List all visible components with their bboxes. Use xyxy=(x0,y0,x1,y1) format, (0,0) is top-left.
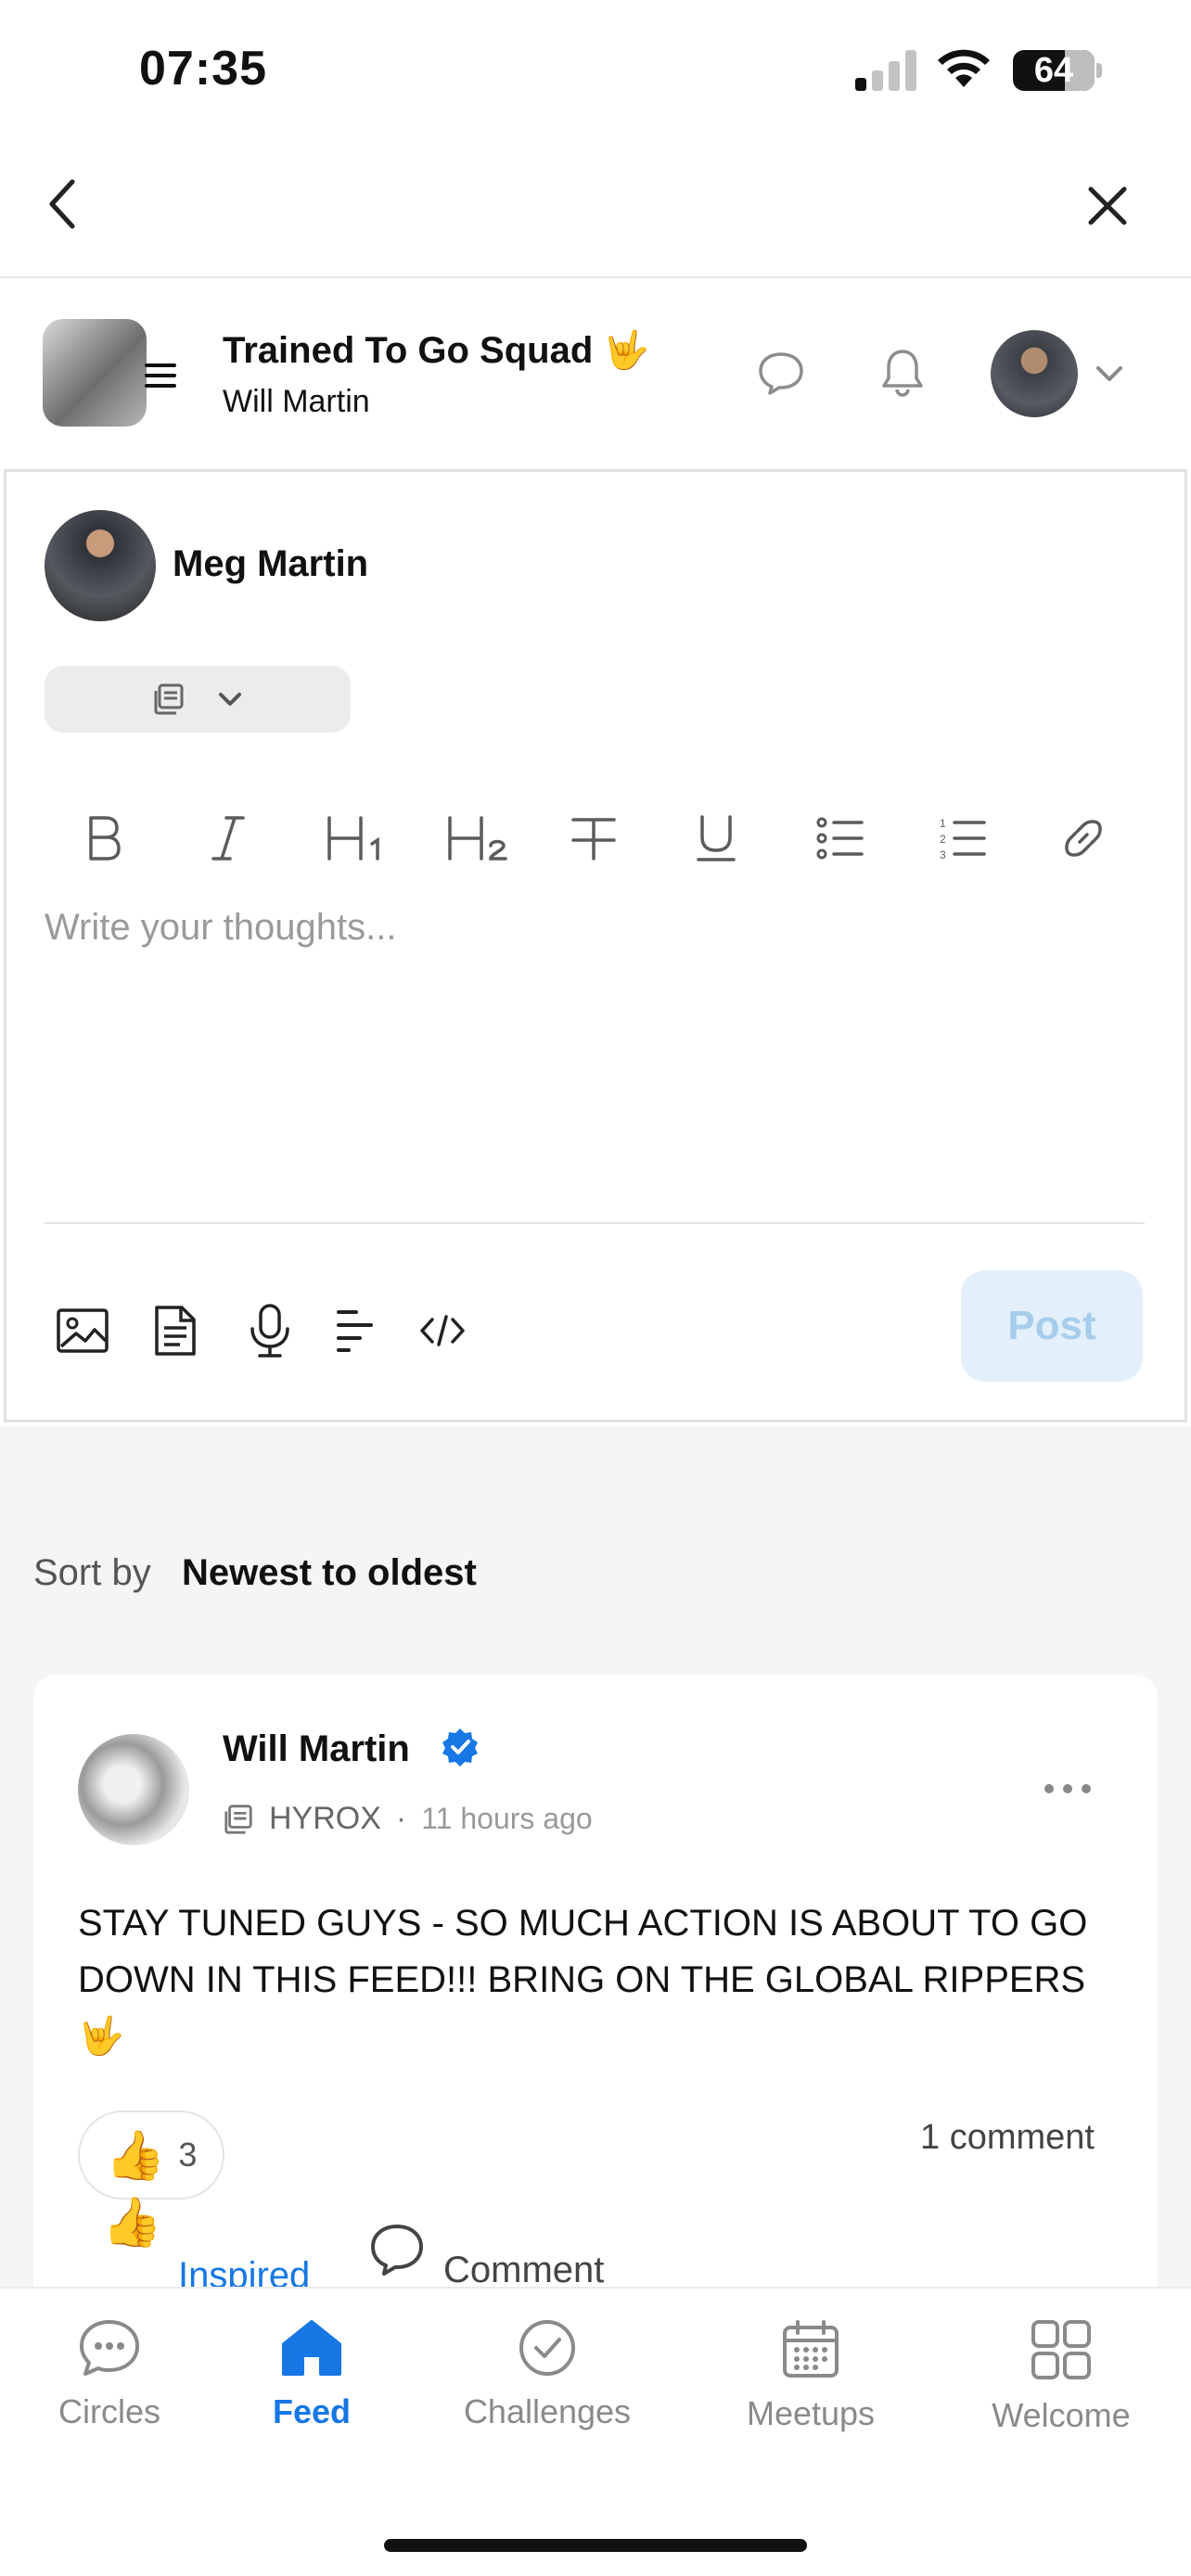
composer-author-name: Meg Martin xyxy=(173,543,369,584)
status-time: 07:35 xyxy=(139,42,267,96)
verified-badge-icon xyxy=(440,1727,480,1767)
post-type-select[interactable] xyxy=(45,666,351,733)
close-icon[interactable] xyxy=(1085,184,1130,228)
comment-label: Comment xyxy=(443,2250,605,2290)
tab-circles[interactable]: Circles xyxy=(7,2318,211,2431)
tab-feed[interactable]: Feed xyxy=(210,2318,414,2431)
code-icon[interactable] xyxy=(410,1298,475,1363)
wifi-icon xyxy=(935,46,992,89)
tab-label: Feed xyxy=(272,2392,352,2430)
svg-text:3: 3 xyxy=(940,848,946,861)
menu-icon[interactable] xyxy=(143,362,178,389)
reaction-count: 3 xyxy=(178,2136,198,2174)
battery-tip xyxy=(1096,63,1102,78)
community-title: Trained To Go Squad 🤟 xyxy=(223,330,650,371)
sort-select[interactable]: Newest to oldest xyxy=(182,1552,477,1594)
image-icon[interactable] xyxy=(50,1298,115,1363)
reaction-summary[interactable]: 👍 3 xyxy=(78,2111,224,2200)
back-icon[interactable] xyxy=(45,174,82,234)
sort-label: Sort by xyxy=(33,1552,151,1593)
check-circle-icon xyxy=(516,2318,579,2378)
post-type-icon xyxy=(152,682,186,716)
post-meta: HYROX · 11 hours ago xyxy=(223,1801,593,1837)
tab-label: Circles xyxy=(58,2392,160,2430)
thumbs-up-emoji: 👍 xyxy=(105,2128,166,2183)
chat-bubble-icon xyxy=(78,2318,141,2378)
community-avatar[interactable] xyxy=(43,319,147,427)
comment-button[interactable]: Comment xyxy=(367,2209,604,2291)
home-icon xyxy=(280,2318,343,2378)
signal-icon xyxy=(855,50,918,91)
tab-challenges[interactable]: Challenges xyxy=(445,2318,649,2431)
post-topic[interactable]: HYROX xyxy=(269,1801,381,1837)
bold-icon[interactable] xyxy=(69,803,139,874)
composer-author-avatar xyxy=(45,510,156,621)
comment-icon xyxy=(367,2223,427,2278)
post-time: 11 hours ago xyxy=(421,1802,593,1835)
document-icon[interactable] xyxy=(143,1298,208,1363)
battery-indicator: 64 xyxy=(1013,50,1095,91)
chevron-down-icon xyxy=(217,690,243,708)
post-author-avatar[interactable] xyxy=(78,1734,189,1845)
editor-input[interactable]: Write your thoughts... xyxy=(45,907,396,949)
tab-label: Challenges xyxy=(463,2392,632,2430)
strikethrough-icon[interactable] xyxy=(558,803,629,874)
top-nav-divider xyxy=(0,276,1191,278)
align-icon[interactable] xyxy=(323,1298,388,1363)
tab-meetups[interactable]: Meetups xyxy=(709,2318,913,2433)
user-avatar[interactable] xyxy=(991,330,1078,417)
community-owner: Will Martin xyxy=(223,384,370,419)
topic-icon xyxy=(223,1804,254,1835)
inspired-emoji: 👍 xyxy=(102,2196,162,2250)
post-button[interactable]: Post xyxy=(961,1270,1143,1382)
editor-divider xyxy=(45,1222,1145,1224)
numbered-list-icon[interactable]: 1 2 3 xyxy=(928,803,998,874)
grid-icon xyxy=(1030,2318,1093,2381)
comment-count[interactable]: 1 comment xyxy=(920,2118,1095,2158)
post-author-name[interactable]: Will Martin xyxy=(223,1728,410,1770)
tab-label: Welcome xyxy=(992,2396,1131,2434)
svg-text:2: 2 xyxy=(940,833,946,846)
tab-label: Meetups xyxy=(746,2394,876,2432)
chevron-down-icon[interactable] xyxy=(1095,363,1124,384)
home-indicator xyxy=(384,2539,807,2552)
more-options-icon[interactable] xyxy=(1044,1784,1091,1797)
link-icon[interactable] xyxy=(1048,803,1119,874)
microphone-icon[interactable] xyxy=(237,1298,302,1363)
underline-icon[interactable] xyxy=(681,803,751,874)
heading2-icon[interactable] xyxy=(443,803,514,874)
bell-icon[interactable] xyxy=(879,347,926,399)
post-body: STAY TUNED GUYS - SO MUCH ACTION IS ABOU… xyxy=(78,1903,1088,2057)
tab-welcome[interactable]: Welcome xyxy=(959,2318,1163,2435)
italic-icon[interactable] xyxy=(193,803,263,874)
calendar-icon xyxy=(781,2318,840,2379)
bullet-list-icon[interactable] xyxy=(805,803,876,874)
chat-icon[interactable] xyxy=(757,351,805,397)
heading1-icon[interactable] xyxy=(321,803,391,874)
svg-text:1: 1 xyxy=(940,817,946,830)
meta-separator: · xyxy=(395,1801,407,1836)
